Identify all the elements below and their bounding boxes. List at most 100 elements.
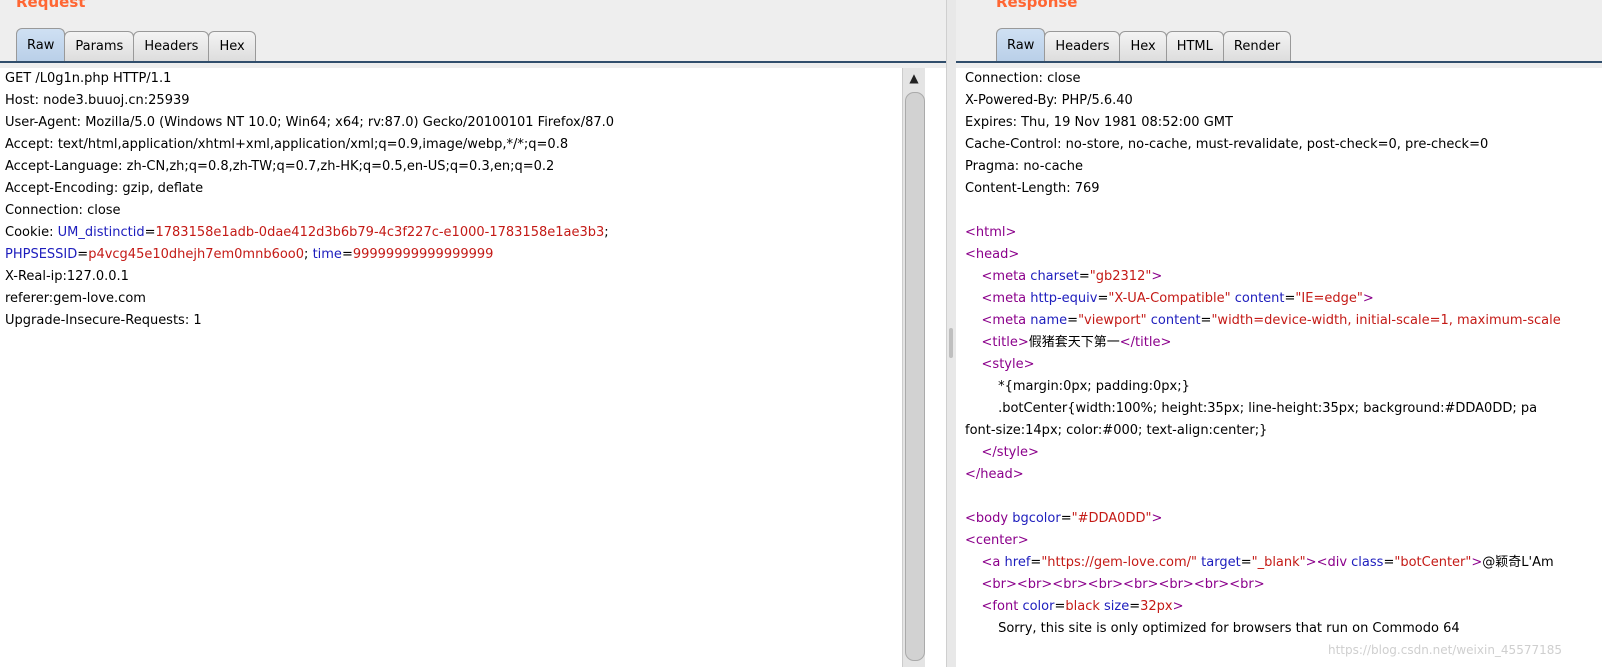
response-tab-headers[interactable]: Headers [1044,31,1121,62]
br-tags: <br><br><br><br><br><br><br><br> [981,577,1265,592]
cookie-time-name: time [312,247,342,262]
html-line: <font color=black size=32px> [981,599,1184,614]
html-line: <meta charset="gb2312"> [981,269,1163,284]
request-line: GET /L0g1n.php HTTP/1.1 [5,71,172,86]
request-tab-raw[interactable]: Raw [16,28,66,62]
response-tab-underline [956,61,1602,63]
html-line: <a href="https://gem-love.com/" target="… [981,555,1554,570]
a-attr: href [1004,555,1031,570]
title-close: </title> [1119,335,1172,350]
font-attr: size [1104,599,1130,614]
response-header-line: Connection: close [965,71,1081,86]
style-open: <style> [981,357,1035,372]
a-end: > [1305,555,1317,570]
request-line: X-Real-ip:127.0.0.1 [5,269,129,284]
meta-val: "gb2312" [1089,269,1152,284]
meta-val: "IE=edge" [1295,291,1363,306]
response-tab-hex[interactable]: Hex [1119,31,1167,62]
meta-tag: <meta [981,313,1027,328]
response-header-line: Cache-Control: no-store, no-cache, must-… [965,137,1489,152]
meta-tag: <meta [981,291,1027,306]
request-line: Connection: close [5,203,121,218]
body-val: "#DDA0DD" [1071,511,1152,526]
meta-tag: <meta [981,269,1027,284]
sorry-text: Sorry, this site is only optimized for b… [998,621,1460,636]
html-line: <title>假猪套天下第一</title> [965,332,1602,354]
meta-attr: name [1030,313,1068,328]
html-line: </style> [965,442,1602,464]
style-line: .botCenter{width:100%; height:35px; line… [998,401,1538,416]
html-line: <style> [965,354,1602,376]
request-cookie-line: Cookie: UM_distinctid=1783158e1adb-0dae4… [5,225,609,240]
scroll-thumb[interactable] [905,92,925,661]
html-line: <center> [965,530,1602,552]
cookie-time-value: 99999999999999999 [352,247,494,262]
request-line: User-Agent: Mozilla/5.0 (Windows NT 10.0… [5,115,615,130]
request-line: Accept-Language: zh-CN,zh;q=0.8,zh-TW;q=… [5,159,555,174]
html-line: </head> [965,464,1602,486]
div-end: > [1471,555,1483,570]
html-line: <head> [965,244,1602,266]
center-open: <center> [965,533,1029,548]
html-line: Sorry, this site is only optimized for b… [965,618,1602,640]
response-header-line: Content-Length: 769 [965,181,1100,196]
html-line: <br><br><br><br><br><br><br><br> [965,574,1602,596]
body-end: > [1151,511,1163,526]
response-tab-raw[interactable]: Raw [996,28,1046,62]
font-end: > [1172,599,1184,614]
response-header-line: Pragma: no-cache [965,159,1083,174]
request-line: Accept-Encoding: gzip, deflate [5,181,204,196]
div-attr: class [1351,555,1384,570]
response-title: Response [996,0,1078,11]
a-tag: <a [981,555,1001,570]
meta-attr: http-equiv [1030,291,1098,306]
cookie-sep2: ; [304,247,313,262]
html-open: <html> [965,225,1017,240]
request-tab-headers[interactable]: Headers [133,31,210,62]
response-header-line: X-Powered-By: PHP/5.6.40 [965,93,1133,108]
font-tag: <font [981,599,1019,614]
a-val: "_blank" [1251,555,1306,570]
meta-attr: charset [1030,269,1079,284]
request-panel: Request Raw Params Headers Hex GET /L0g1… [0,0,946,667]
divider-grip-icon[interactable] [949,328,953,358]
request-tab-hex[interactable]: Hex [208,31,256,62]
request-tab-underline [0,61,946,63]
font-val: black [1065,599,1100,614]
request-raw-editor[interactable]: GET /L0g1n.php HTTP/1.1 Host: node3.buuo… [0,68,946,667]
meta-attr: content [1234,291,1285,306]
a-attr: target [1201,555,1241,570]
scroll-up-icon[interactable]: ▲ [903,68,925,88]
request-line: Host: node3.buuoj.cn:25939 [5,93,190,108]
request-header: Request Raw Params Headers Hex [0,0,946,68]
request-title: Request [16,0,86,11]
html-line: <meta name="viewport" content="width=dev… [981,313,1561,328]
title-open: <title> [981,335,1029,350]
response-tab-html[interactable]: HTML [1165,31,1224,62]
request-tabs: Raw Params Headers Hex [16,27,256,62]
html-line: font-size:14px; color:#000; text-align:c… [965,420,1602,442]
response-header-line: Expires: Thu, 19 Nov 1981 08:52:00 GMT [965,115,1233,130]
request-line: referer:gem-love.com [5,291,146,306]
title-text: 假猪套天下第一 [1028,335,1120,350]
cookie-label: Cookie: [5,225,58,240]
cookie-sess-name: PHPSESSID [5,247,78,262]
cookie-sess-value: p4vcg45e10dhejh7em0mnb6oo0 [88,247,305,262]
meta-end: > [1362,291,1374,306]
request-tab-params[interactable]: Params [64,31,135,62]
meta-val: "width=device-width, initial-scale=1, ma… [1211,313,1561,328]
response-raw-editor[interactable]: Connection: close X-Powered-By: PHP/5.6.… [956,68,1602,667]
response-tab-render[interactable]: Render [1222,31,1292,62]
body-attr: bgcolor [1012,511,1061,526]
cookie-um-value: 1783158e1adb-0dae412d3b6b79-4c3f227c-e10… [155,225,605,240]
request-line: Accept: text/html,application/xhtml+xml,… [5,137,569,152]
request-line: Upgrade-Insecure-Requests: 1 [5,313,202,328]
cookie-sep: ; [604,225,609,240]
style-close: </style> [981,445,1039,460]
style-line: font-size:14px; color:#000; text-align:c… [965,423,1268,438]
html-line: <body bgcolor="#DDA0DD"> [965,511,1163,526]
request-scrollbar[interactable]: ▲ [902,68,925,667]
response-tabs: Raw Headers Hex HTML Render [996,27,1292,62]
